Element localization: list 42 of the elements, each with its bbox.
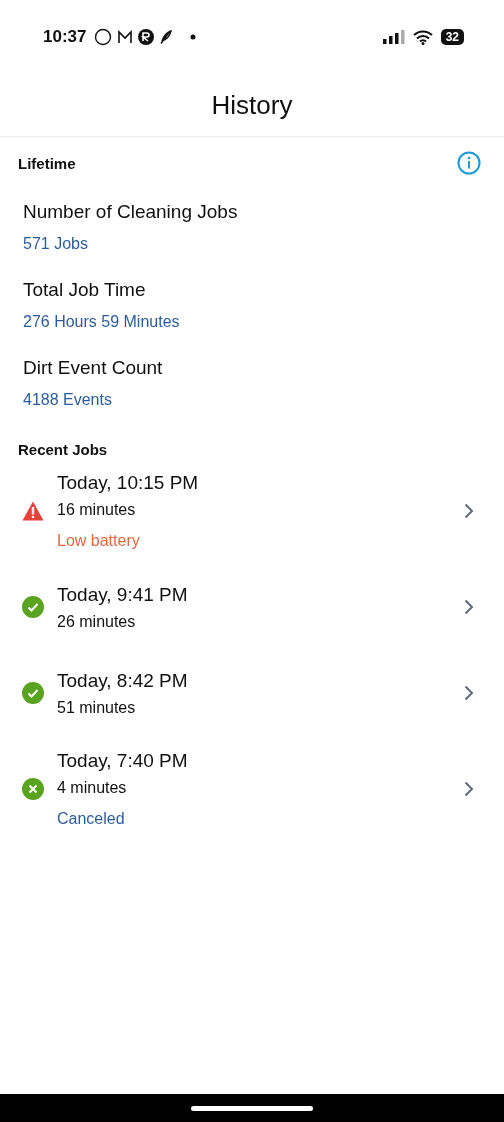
battery-level: 32 (440, 29, 464, 45)
stat-label: Number of Cleaning Jobs (23, 201, 239, 223)
job-row[interactable]: Today, 9:41 PM 26 minutes (0, 564, 504, 650)
check-icon (22, 682, 44, 704)
home-indicator[interactable] (191, 1105, 313, 1111)
job-note: Canceled (57, 810, 126, 828)
stat-label: Total Job Time (23, 279, 147, 301)
job-time: Today, 10:15 PM (57, 472, 200, 494)
chevron-icon (464, 685, 474, 701)
job-time: Today, 8:42 PM (57, 669, 189, 692)
cancel-icon (22, 778, 44, 800)
check-icon (22, 596, 44, 618)
stat-label: Dirt Event Count (23, 357, 164, 379)
app-logo-icon (138, 29, 155, 45)
job-duration: 16 minutes (57, 501, 137, 519)
job-duration: 26 minutes (57, 612, 137, 631)
feather-icon (160, 30, 173, 44)
job-duration: 4 minutes (57, 779, 128, 797)
job-row[interactable]: Today, 7:40 PM 4 minutes Canceled (0, 736, 504, 842)
stat-value: 276 Hours 59 Minutes (23, 313, 181, 331)
section-heading: Lifetime (18, 154, 76, 172)
job-time: Today, 9:41 PM (57, 583, 189, 606)
chevron-icon (464, 781, 474, 797)
circle-app-icon (94, 28, 113, 46)
job-row[interactable]: Today, 10:15 PM 16 minutes Low battery (0, 458, 504, 564)
job-duration: 51 minutes (57, 698, 137, 717)
job-note: Low battery (57, 532, 141, 550)
job-time: Today, 7:40 PM (57, 750, 189, 772)
status-time: 10:37 (43, 27, 87, 47)
info-icon[interactable] (457, 151, 481, 175)
warning-icon (22, 501, 44, 521)
stat-value: 4188 Events (23, 391, 113, 409)
mail-icon (118, 30, 133, 44)
page-title: History (211, 89, 293, 121)
chevron-icon (464, 503, 474, 519)
wifi-icon (412, 29, 433, 45)
section-heading: Recent Jobs (17, 440, 109, 458)
more-dot-icon (190, 34, 197, 40)
signal-icon (382, 30, 407, 44)
job-row[interactable]: Today, 8:42 PM 51 minutes (0, 650, 504, 736)
stat-value: 571 Jobs (23, 235, 89, 253)
chevron-icon (464, 599, 474, 615)
